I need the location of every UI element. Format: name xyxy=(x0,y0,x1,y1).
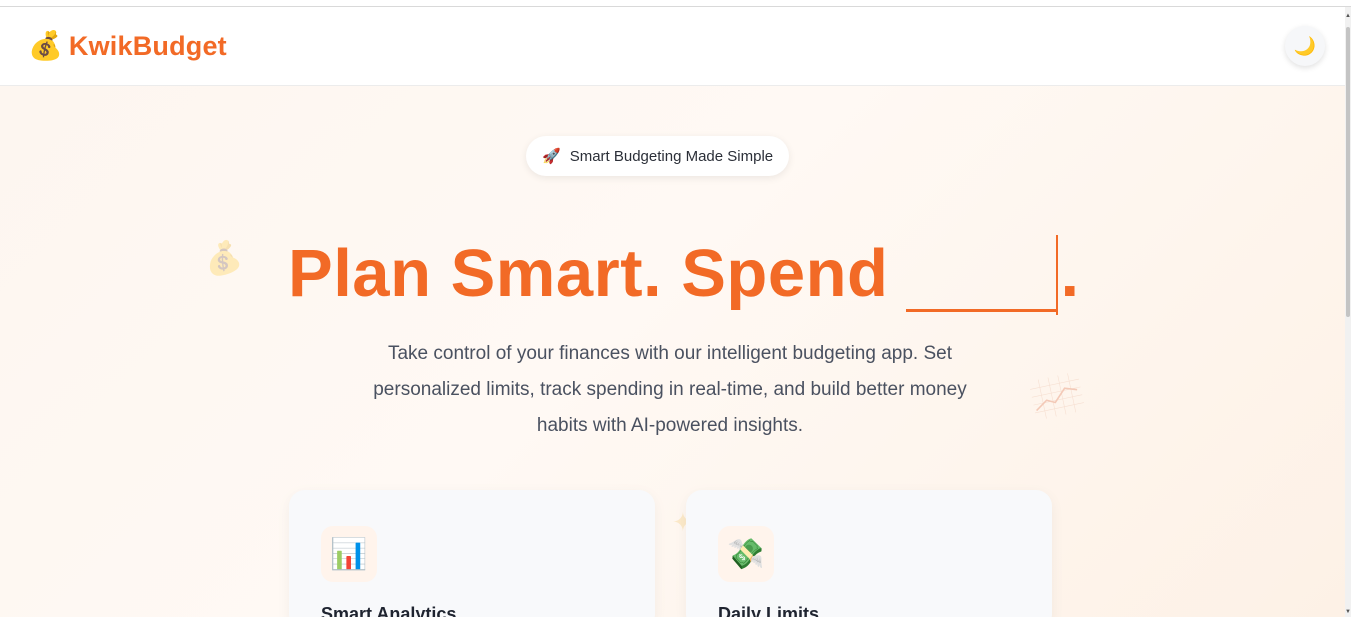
theme-toggle-button[interactable]: 🌙 xyxy=(1285,26,1325,66)
money-bag-decoration-icon: 💰 xyxy=(199,237,246,282)
bar-chart-icon: 📊 xyxy=(321,526,377,582)
hero-badge-text: Smart Budgeting Made Simple xyxy=(569,147,774,165)
hero-headline: Plan Smart. Spend . xyxy=(288,222,1080,315)
hero-headline-text: Plan Smart. Spend xyxy=(288,236,889,311)
typewriter-word xyxy=(906,233,1057,312)
brand-logo[interactable]: 💰 KwikBudget xyxy=(28,31,227,62)
money-bag-icon: 💰 xyxy=(28,29,63,62)
feature-card-title: Daily Limits xyxy=(718,604,820,617)
hero-subtitle: Take control of your finances with our i… xyxy=(373,343,967,436)
browser-top-edge xyxy=(0,0,1351,7)
feature-card-title: Smart Analytics xyxy=(321,604,457,617)
chart-decoration-icon xyxy=(1029,373,1085,419)
hero-headline-period: . xyxy=(1060,236,1080,311)
scrollbar-thumb[interactable] xyxy=(1346,27,1350,317)
money-wings-icon: 💸 xyxy=(718,526,774,582)
scroll-up-arrow-icon[interactable]: ▲ xyxy=(1345,13,1351,19)
rocket-icon: 🚀 xyxy=(542,147,561,165)
brand-name: KwikBudget xyxy=(68,30,227,61)
typewriter-cursor xyxy=(1056,235,1059,315)
page-scrollbar[interactable]: ▲ ▼ xyxy=(1345,7,1351,617)
hero-section: 🚀 Smart Budgeting Made Simple 💰 Plan Sma… xyxy=(0,86,1345,617)
hero-badge: 🚀 Smart Budgeting Made Simple xyxy=(526,136,790,176)
moon-icon: 🌙 xyxy=(1293,35,1317,57)
feature-card-daily-limits[interactable]: 💸 Daily Limits xyxy=(686,490,1052,617)
site-header: 💰 KwikBudget 🌙 xyxy=(0,7,1345,86)
feature-card-smart-analytics[interactable]: 📊 Smart Analytics xyxy=(289,490,655,617)
scroll-down-arrow-icon[interactable]: ▼ xyxy=(1345,609,1351,615)
